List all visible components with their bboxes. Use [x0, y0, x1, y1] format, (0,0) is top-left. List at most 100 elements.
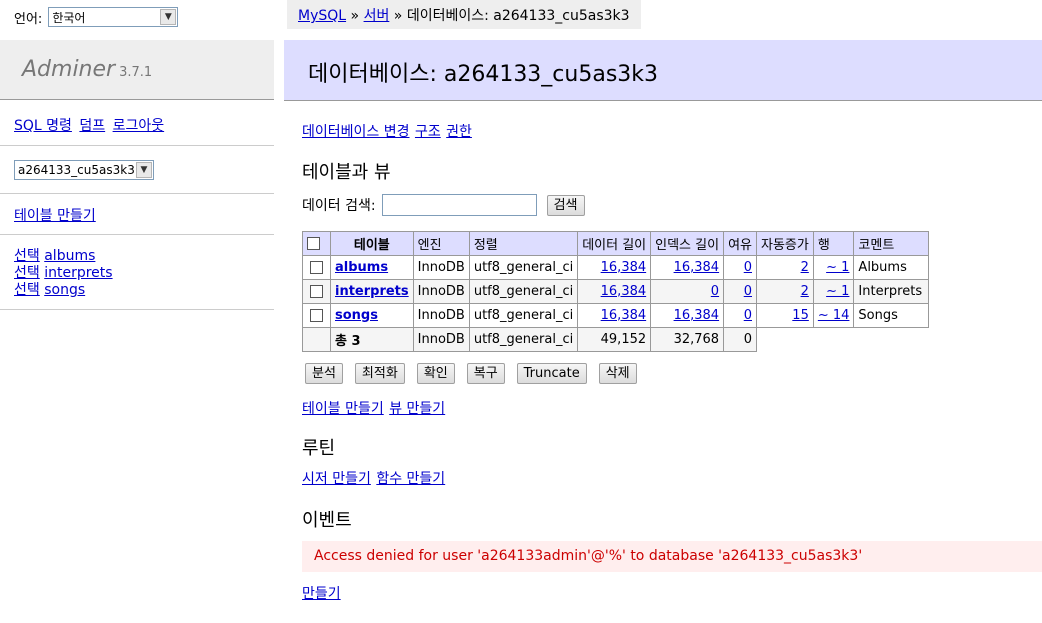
total-label: 총 3 — [330, 327, 414, 352]
index-length-link[interactable]: 16,384 — [674, 308, 720, 323]
sidebar-divider — [0, 145, 274, 146]
row-checkbox-cell — [302, 279, 331, 304]
analyze-button[interactable]: 분석 — [305, 363, 343, 384]
index-length-link[interactable]: 16,384 — [674, 260, 720, 275]
privileges-link[interactable]: 권한 — [446, 124, 472, 140]
create-view-link[interactable]: 뷰 만들기 — [389, 401, 445, 417]
total-empty-cell — [756, 327, 814, 352]
sidebar-create-table: 테이블 만들기 — [14, 205, 99, 225]
logo[interactable]: Adminer 3.7.1 — [22, 57, 152, 82]
data-length-link[interactable]: 16,384 — [601, 260, 647, 275]
total-data-length: 49,152 — [577, 327, 652, 352]
collation-cell: utf8_general_ci — [468, 303, 579, 328]
breadcrumb-separator: » — [350, 8, 360, 24]
table-link-interprets[interactable]: interprets — [44, 265, 112, 281]
create-event-link[interactable]: 만들기 — [302, 586, 341, 602]
breadcrumb: MySQL » 서버 » 데이터베이스: a264133_cu5as3k3 — [287, 0, 641, 29]
auto-increment-link[interactable]: 2 — [801, 284, 809, 299]
schema-link[interactable]: 구조 — [415, 124, 441, 140]
error-message: Access denied for user 'a264133admin'@'%… — [302, 541, 1042, 572]
sql-command-link[interactable]: SQL 명령 — [14, 118, 72, 134]
chevron-down-icon: ▼ — [160, 9, 177, 25]
repair-button[interactable]: 복구 — [466, 363, 505, 384]
create-links: 테이블 만들기 뷰 만들기 — [302, 398, 446, 418]
rows-link[interactable]: ~ 14 — [818, 308, 850, 323]
check-button[interactable]: 확인 — [416, 363, 455, 384]
create-table-link[interactable]: 테이블 만들기 — [14, 208, 96, 224]
logo-text: Adminer — [22, 57, 116, 82]
row-checkbox[interactable] — [310, 309, 323, 322]
data-length-link[interactable]: 16,384 — [601, 284, 647, 299]
search-row: 데이터 검색: 검색 — [302, 194, 585, 216]
breadcrumb-server[interactable]: 서버 — [364, 8, 390, 24]
drop-button[interactable]: 삭제 — [598, 363, 637, 384]
engine-cell: InnoDB — [412, 303, 470, 328]
rows-link[interactable]: ~ 1 — [826, 260, 849, 275]
free-link[interactable]: 0 — [744, 260, 752, 275]
data-length-link[interactable]: 16,384 — [601, 308, 647, 323]
rows-cell: ~ 14 — [812, 303, 855, 328]
row-checkbox-cell — [302, 303, 331, 328]
language-select[interactable]: 한국어 ▼ — [48, 7, 179, 27]
breadcrumb-mysql[interactable]: MySQL — [298, 8, 346, 24]
table-name-link[interactable]: songs — [335, 308, 378, 323]
sidebar-header: Adminer 3.7.1 — [0, 40, 274, 100]
truncate-button[interactable]: Truncate — [516, 363, 587, 384]
database-select[interactable]: a264133_cu5as3k3 ▼ — [14, 160, 154, 180]
index-length-cell: 0 — [650, 279, 725, 304]
select-link[interactable]: 선택 — [14, 265, 40, 281]
select-all-cell — [302, 231, 331, 256]
optimize-button[interactable]: 최적화 — [354, 363, 405, 384]
alter-database-link[interactable]: 데이터베이스 변경 — [302, 124, 410, 140]
chevron-down-icon: ▼ — [136, 162, 152, 178]
search-button[interactable]: 검색 — [546, 194, 585, 216]
create-table-link[interactable]: 테이블 만들기 — [302, 401, 384, 417]
auto-increment-link[interactable]: 15 — [792, 308, 809, 323]
sidebar-table-item: 선택 songs — [14, 282, 113, 299]
table-row: albums InnoDB utf8_general_ci 16,384 16,… — [302, 255, 930, 280]
create-procedure-link[interactable]: 시저 만들기 — [302, 471, 371, 487]
column-header: 인덱스 길이 — [650, 231, 725, 256]
column-header: 코멘트 — [853, 231, 930, 256]
table-link-songs[interactable]: songs — [44, 282, 85, 298]
total-empty-cell — [302, 327, 331, 352]
table-name-cell: interprets — [330, 279, 414, 304]
table-name-link[interactable]: albums — [335, 260, 388, 275]
row-checkbox-cell — [302, 255, 331, 280]
table-header-row: 테이블 엔진 정렬 데이터 길이 인덱스 길이 여유 자동증가 행 코멘트 — [302, 231, 930, 256]
auto-increment-cell: 2 — [756, 255, 814, 280]
auto-increment-link[interactable]: 2 — [801, 260, 809, 275]
select-link[interactable]: 선택 — [14, 282, 40, 298]
free-link[interactable]: 0 — [744, 308, 752, 323]
engine-cell: InnoDB — [412, 279, 470, 304]
logout-link[interactable]: 로그아웃 — [113, 118, 165, 134]
total-engine: InnoDB — [412, 327, 470, 352]
row-checkbox[interactable] — [310, 261, 323, 274]
comment-cell: Albums — [853, 255, 930, 280]
total-collation: utf8_general_ci — [468, 327, 579, 352]
event-links: 만들기 — [302, 583, 342, 603]
events-section-title: 이벤트 — [302, 510, 352, 531]
free-cell: 0 — [723, 303, 757, 328]
select-all-checkbox[interactable] — [307, 237, 320, 250]
select-link[interactable]: 선택 — [14, 248, 40, 264]
content-header: 데이터베이스: a264133_cu5as3k3 — [284, 40, 1042, 101]
free-link[interactable]: 0 — [744, 284, 752, 299]
create-function-link[interactable]: 함수 만들기 — [376, 471, 445, 487]
search-input[interactable] — [381, 194, 537, 216]
routine-links: 시저 만들기 함수 만들기 — [302, 468, 446, 488]
total-empty-cell — [853, 327, 929, 352]
free-cell: 0 — [723, 279, 757, 304]
breadcrumb-separator: » — [393, 8, 403, 24]
row-checkbox[interactable] — [310, 285, 323, 298]
database-links: 데이터베이스 변경 구조 권한 — [302, 121, 473, 141]
total-free: 0 — [723, 327, 757, 352]
table-name-link[interactable]: interprets — [335, 284, 409, 299]
table-link-albums[interactable]: albums — [44, 248, 95, 264]
data-length-cell: 16,384 — [577, 255, 652, 280]
tables-table: 테이블 엔진 정렬 데이터 길이 인덱스 길이 여유 자동증가 행 코멘트 al… — [302, 231, 930, 352]
index-length-link[interactable]: 0 — [711, 284, 719, 299]
rows-link[interactable]: ~ 1 — [826, 284, 849, 299]
dump-link[interactable]: 덤프 — [79, 118, 105, 134]
free-cell: 0 — [723, 255, 757, 280]
